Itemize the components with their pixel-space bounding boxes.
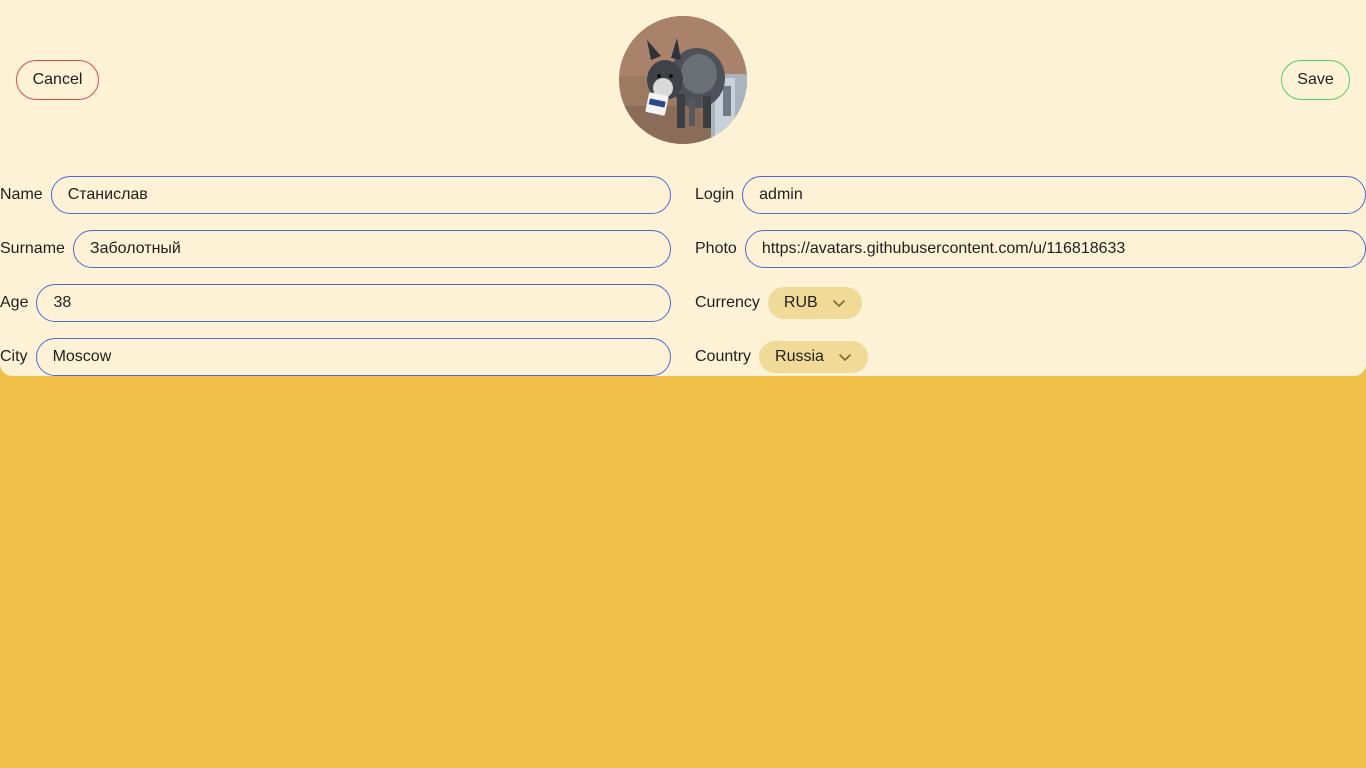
age-field[interactable] [36,284,671,322]
avatar [619,16,747,144]
save-button[interactable]: Save [1281,60,1350,100]
surname-row: Surname [0,230,671,268]
surname-field[interactable] [72,230,671,268]
login-field[interactable] [742,176,1366,214]
chevron-down-icon [838,350,852,364]
chevron-down-icon [832,296,846,310]
surname-label: Surname [0,240,65,257]
city-row: City [0,338,671,376]
name-field[interactable] [50,176,671,214]
age-row: Age [0,284,671,322]
login-row: Login [695,176,1366,214]
country-select[interactable]: Russia [759,341,868,373]
city-field[interactable] [35,338,671,376]
name-label: Name [0,186,43,203]
country-label: Country [695,348,752,365]
login-label: Login [695,186,735,203]
photo-label: Photo [695,240,737,257]
photo-row: Photo [695,230,1366,268]
currency-value: RUB [783,294,818,311]
currency-select[interactable]: RUB [767,287,862,319]
age-label: Age [0,294,29,311]
profile-card: Cancel Save Name Станислав Surname Забол… [0,0,1366,376]
city-label: City [0,348,28,365]
currency-label: Currency [695,294,760,311]
cancel-button[interactable]: Cancel [16,60,99,100]
country-value: Russia [775,348,824,365]
country-row: Country Russia [695,338,1366,376]
name-row: Name [0,176,671,214]
currency-row: Currency RUB [695,284,1366,322]
photo-url-field[interactable] [744,230,1366,268]
avatar-photo [619,16,747,144]
